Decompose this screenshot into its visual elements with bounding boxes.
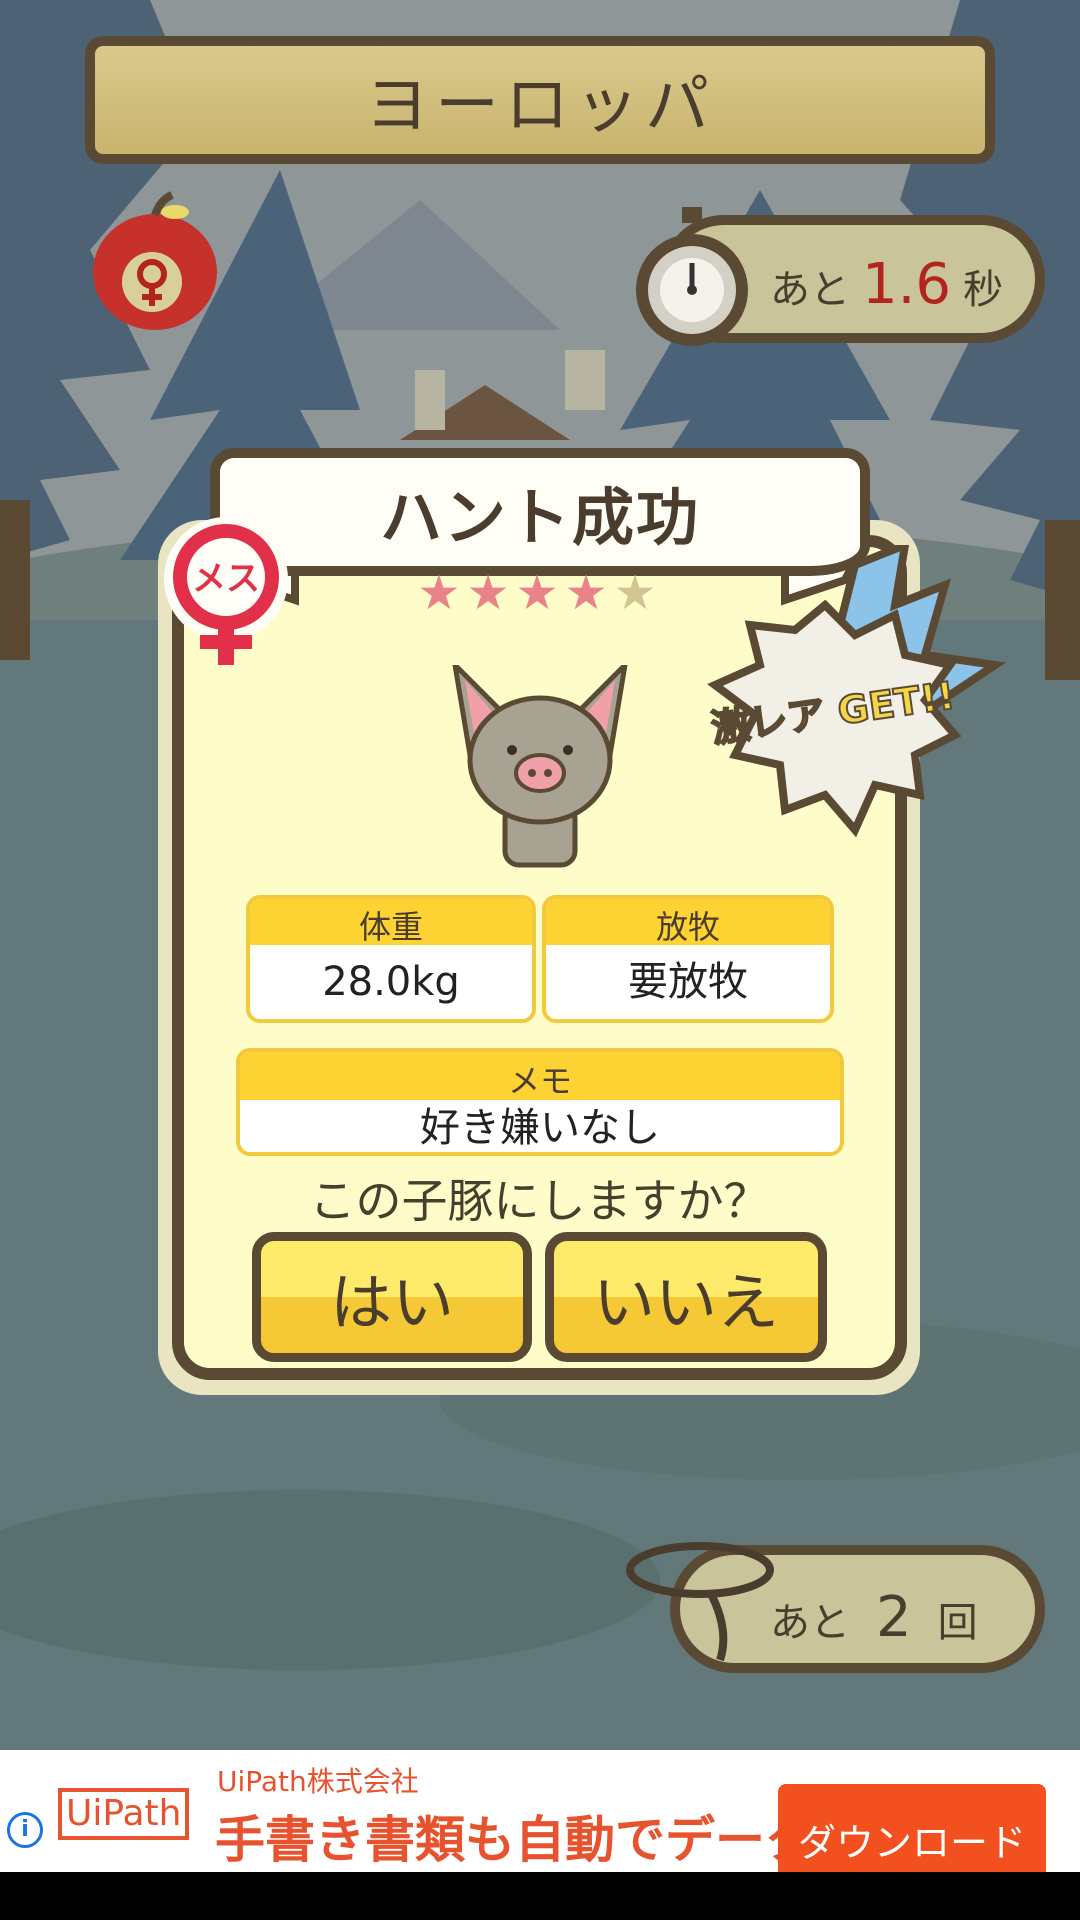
yes-button[interactable]: はい <box>252 1232 532 1362</box>
memo-stat: メモ 好き嫌いなし <box>236 1048 844 1156</box>
weight-value: 28.0kg <box>322 959 460 1005</box>
piglet-illustration <box>452 665 628 868</box>
lasso-readout: あと 2 回 <box>770 1585 978 1650</box>
lasso-prefix: あと <box>770 1600 850 1646</box>
grazing-stat: 放牧 要放牧 <box>542 895 834 1023</box>
female-badge-icon: メス <box>164 517 288 665</box>
ad-info-icon[interactable]: i <box>7 1812 43 1848</box>
weight-label: 体重 <box>250 899 532 946</box>
star-filled-icon: ★ <box>564 565 614 621</box>
ad-banner[interactable]: i UiPath UiPath株式会社 手書き書類も自動でデータ化 ダウンロード <box>0 1750 1080 1872</box>
region-title: ヨーロッパ <box>365 69 715 143</box>
memo-value: 好き嫌いなし <box>420 1105 660 1151</box>
ad-logo-text: UiPath <box>58 1788 190 1840</box>
star-filled-icon: ★ <box>417 565 467 621</box>
ad-company: UiPath株式会社 <box>217 1765 419 1798</box>
no-button[interactable]: いいえ <box>545 1232 827 1362</box>
confirm-question: この子豚にしますか？ <box>309 1174 770 1228</box>
result-title: ハント成功 <box>379 481 700 554</box>
stopwatch-icon <box>636 207 748 346</box>
ad-headline: 手書き書類も自動でデータ化 <box>215 1811 865 1869</box>
ad-download-button[interactable]: ダウンロード <box>778 1784 1046 1872</box>
timer-value: 1.6 <box>862 252 952 317</box>
system-nav-bar <box>0 1872 1080 1920</box>
region-title-board: ヨーロッパ <box>85 36 995 164</box>
timer-readout: あと 1.6 秒 <box>770 252 1003 317</box>
lasso-value: 2 <box>876 1585 912 1650</box>
rarity-stars: ★★★★★ <box>400 565 680 621</box>
female-badge-text: メス <box>192 559 260 599</box>
timer-prefix: あと <box>770 267 850 313</box>
timer-unit: 秒 <box>963 267 1004 313</box>
memo-label: メモ <box>240 1052 840 1100</box>
star-filled-icon: ★ <box>466 565 516 621</box>
star-filled-icon: ★ <box>515 565 565 621</box>
star-empty-icon: ★ <box>613 565 663 621</box>
lasso-unit: 回 <box>937 1600 978 1646</box>
ad-logo: UiPath <box>58 1786 193 1842</box>
rare-get-badge: 激レア GET!! <box>707 545 1006 838</box>
grazing-value: 要放牧 <box>628 959 748 1005</box>
grazing-label: 放牧 <box>546 899 830 946</box>
weight-stat: 体重 28.0kg <box>246 895 536 1023</box>
